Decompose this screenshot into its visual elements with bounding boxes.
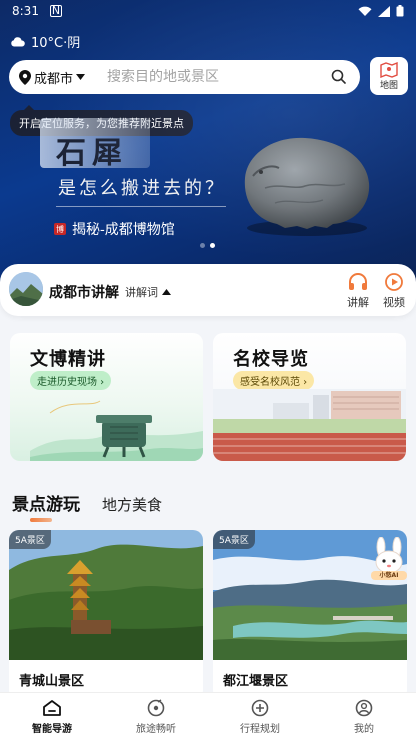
map-icon <box>380 61 398 78</box>
bottom-navigation: 智能导游 旅途畅听 行程规划 我的 <box>0 692 416 739</box>
search-bar[interactable]: 成都市 <box>9 60 360 94</box>
bronze-vessel-image <box>30 400 203 461</box>
banner-divider <box>56 206 226 207</box>
tab-food[interactable]: 地方美食 <box>102 494 162 515</box>
qingcheng-mountain-image <box>9 530 203 660</box>
feature-title: 名校导览 <box>233 349 309 370</box>
music-disc-icon <box>147 699 165 717</box>
home-icon <box>43 700 61 716</box>
guide-words-toggle[interactable]: 讲解词 <box>125 284 171 300</box>
status-icons <box>358 5 404 17</box>
nav-smart-guide[interactable]: 智能导游 <box>0 693 104 739</box>
city-landscape-icon <box>9 272 43 306</box>
nav-label: 我的 <box>354 724 374 735</box>
map-button-label: 地图 <box>379 80 398 91</box>
scenic-badge: 5A景区 <box>213 530 255 549</box>
seal-icon: 博 <box>54 223 66 235</box>
city-avatar <box>9 272 43 306</box>
status-time: 8:31 <box>12 4 39 18</box>
caret-down-icon <box>76 74 86 80</box>
search-icon[interactable] <box>331 69 346 84</box>
banner-title-backdrop <box>40 118 150 168</box>
ai-assistant-button[interactable]: 小悠AI <box>368 536 410 581</box>
banner-tag: 博 揭秘-成都博物馆 <box>54 219 175 239</box>
video-guide-button[interactable]: 视频 <box>383 273 405 310</box>
scenic-name: 都江堰景区 <box>223 674 289 689</box>
content-tabs: 景点游玩 地方美食 <box>12 490 162 522</box>
scenic-card-qingcheng[interactable]: 5A景区 青城山景区 <box>9 530 203 700</box>
pagination-dot-active[interactable] <box>210 243 215 248</box>
caret-up-icon <box>162 289 171 295</box>
weather-text: 10°C·阴 <box>31 36 81 51</box>
ai-assistant-label: 小悠AI <box>379 572 399 579</box>
audio-guide-button[interactable]: 讲解 <box>347 273 369 310</box>
banner-title: 石犀 <box>56 136 128 171</box>
nav-label: 智能导游 <box>32 724 72 735</box>
pagination-dot[interactable] <box>200 243 205 248</box>
tab-scenic[interactable]: 景点游玩 <box>12 490 80 522</box>
feature-card-campus[interactable]: 名校导览 感受名校风范 › <box>213 333 406 461</box>
banner-subtitle: 是怎么搬进去的？ <box>58 178 226 199</box>
guide-words-label: 讲解词 <box>125 286 158 299</box>
guide-title: 成都市讲解 <box>49 285 119 301</box>
feature-pill: 感受名校风范 › <box>233 371 315 390</box>
nav-audio[interactable]: 旅途畅听 <box>104 693 208 739</box>
feature-card-museum[interactable]: 文博精讲 走进历史现场 › <box>10 333 203 461</box>
headphones-icon <box>349 273 367 290</box>
status-bar: 8:31 N <box>0 0 416 24</box>
city-label: 成都市 <box>34 71 74 87</box>
map-button[interactable]: 地图 <box>370 57 408 95</box>
notification-icon: N <box>50 4 62 17</box>
feature-title: 文博精讲 <box>30 349 106 370</box>
nav-itinerary[interactable]: 行程规划 <box>208 693 312 739</box>
campus-image <box>213 389 406 461</box>
location-tooltip[interactable]: 开启定位服务，为您推荐附近景点 <box>10 105 193 136</box>
battery-icon <box>396 5 404 17</box>
scenic-name: 青城山景区 <box>19 674 85 689</box>
nav-profile[interactable]: 我的 <box>312 693 416 739</box>
user-icon <box>355 699 373 717</box>
stone-rhino-image <box>244 137 370 236</box>
signal-icon <box>378 5 390 17</box>
feature-pill: 走进历史现场 › <box>30 371 112 390</box>
cloud-icon <box>11 37 25 47</box>
plan-plus-icon <box>251 699 269 717</box>
video-guide-label: 视频 <box>383 296 405 309</box>
banner-pagination <box>200 243 215 248</box>
nav-label: 旅途畅听 <box>136 724 176 735</box>
play-circle-icon <box>385 273 403 291</box>
search-input[interactable] <box>107 69 317 85</box>
audio-guide-label: 讲解 <box>347 296 369 309</box>
city-guide-bar[interactable]: 成都市讲解 讲解词 讲解 视频 <box>0 264 416 316</box>
weather-info: 10°C·阴 <box>10 32 80 51</box>
wifi-icon <box>358 6 372 16</box>
city-selector[interactable]: 成都市 <box>9 68 101 87</box>
location-pin-icon <box>19 69 31 85</box>
banner-tag-text: 揭秘-成都博物馆 <box>72 222 175 238</box>
scenic-badge: 5A景区 <box>9 530 51 549</box>
nav-label: 行程规划 <box>240 724 280 735</box>
hero-banner[interactable]: 8:31 N 10°C·阴 成都市 地图 开启定位服务，为您推荐附近景点 石犀 … <box>0 0 416 285</box>
